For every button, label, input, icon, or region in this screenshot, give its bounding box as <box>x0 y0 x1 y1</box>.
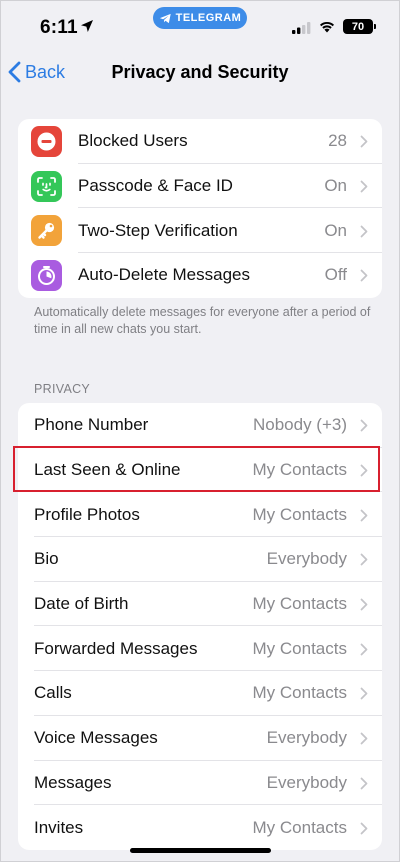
chevron-right-icon <box>360 225 368 238</box>
row-label: Two-Step Verification <box>78 220 238 240</box>
row-value: Everybody <box>266 549 347 569</box>
chevron-left-icon <box>8 61 21 83</box>
blocked-users-row[interactable]: Blocked Users 28 <box>18 119 382 164</box>
home-indicator[interactable] <box>130 848 271 853</box>
row-label: Calls <box>34 683 72 703</box>
last-seen-online-row[interactable]: Last Seen & Online My Contacts <box>18 448 382 493</box>
security-settings-group: Blocked Users 28 Passcode & Face ID On T… <box>18 119 382 298</box>
chevron-right-icon <box>360 598 368 611</box>
bio-row[interactable]: Bio Everybody <box>18 537 382 582</box>
status-bar: 6:11 TELEGRAM 70 <box>0 0 400 48</box>
row-label: Auto-Delete Messages <box>78 265 250 285</box>
row-label: Forwarded Messages <box>34 638 198 658</box>
phone-number-row[interactable]: Phone Number Nobody (+3) <box>18 403 382 448</box>
row-value: On <box>324 176 347 196</box>
blocked-users-icon-tile <box>31 125 62 157</box>
privacy-section-header: PRIVACY <box>34 382 91 396</box>
two-step-icon-tile <box>31 215 62 247</box>
privacy-settings-group: Phone Number Nobody (+3) Last Seen & Onl… <box>18 403 382 850</box>
date-of-birth-row[interactable]: Date of Birth My Contacts <box>18 582 382 627</box>
row-value: My Contacts <box>252 504 347 524</box>
cellular-signal-icon <box>292 22 311 34</box>
row-value: Off <box>324 265 347 285</box>
forwarded-messages-row[interactable]: Forwarded Messages My Contacts <box>18 626 382 672</box>
battery-indicator: 70 <box>343 19 376 34</box>
status-time: 6:11 <box>40 17 78 38</box>
row-label: Voice Messages <box>34 728 158 748</box>
row-label: Date of Birth <box>34 594 129 614</box>
app-pill-label: TELEGRAM <box>175 12 242 24</box>
auto-delete-messages-row[interactable]: Auto-Delete Messages Off <box>18 253 382 298</box>
chevron-right-icon <box>360 643 368 656</box>
chevron-right-icon <box>360 822 368 834</box>
row-value: On <box>324 220 347 240</box>
messages-row[interactable]: Messages Everybody <box>18 761 382 806</box>
chevron-right-icon <box>360 554 368 566</box>
row-label: Blocked Users <box>78 131 188 151</box>
minus-circle-icon <box>37 132 56 151</box>
row-value: My Contacts <box>252 460 347 480</box>
row-value: My Contacts <box>252 638 347 658</box>
back-button[interactable]: Back <box>8 58 65 86</box>
row-label: Passcode & Face ID <box>78 176 233 196</box>
face-id-icon <box>37 176 56 196</box>
back-button-label: Back <box>25 61 66 82</box>
calls-row[interactable]: Calls My Contacts <box>18 671 382 716</box>
passcode-icon-tile <box>31 170 62 202</box>
location-arrow-icon <box>81 20 93 32</box>
chevron-right-icon <box>360 688 368 700</box>
row-value: Nobody (+3) <box>252 415 347 435</box>
row-label: Last Seen & Online <box>34 460 181 480</box>
telegram-app-pill[interactable]: TELEGRAM <box>153 7 247 29</box>
chevron-right-icon <box>360 180 368 193</box>
row-value: My Contacts <box>252 683 347 703</box>
profile-photos-row[interactable]: Profile Photos My Contacts <box>18 492 382 538</box>
row-value: My Contacts <box>252 594 347 614</box>
chevron-right-icon <box>360 419 368 432</box>
row-value: Everybody <box>266 728 347 748</box>
row-label: Phone Number <box>34 415 149 435</box>
row-value: Everybody <box>266 772 347 792</box>
chevron-right-icon <box>360 464 368 477</box>
chevron-right-icon <box>360 732 368 745</box>
key-icon <box>38 223 55 239</box>
timer-icon <box>38 265 55 285</box>
row-label: Profile Photos <box>34 504 140 524</box>
auto-delete-icon-tile <box>31 259 62 291</box>
wifi-icon <box>320 21 334 33</box>
two-step-verification-row[interactable]: Two-Step Verification On <box>18 208 382 254</box>
row-value: My Contacts <box>252 817 347 837</box>
battery-level: 70 <box>351 20 365 33</box>
navigation-bar: Privacy and Security Back <box>0 50 400 94</box>
passcode-face-id-row[interactable]: Passcode & Face ID On <box>18 164 382 209</box>
row-label: Messages <box>34 772 112 792</box>
invites-row[interactable]: Invites My Contacts <box>18 805 382 850</box>
telegram-plane-icon <box>159 13 171 23</box>
row-value: 28 <box>328 131 347 151</box>
chevron-right-icon <box>360 509 368 522</box>
row-label: Invites <box>34 817 84 837</box>
chevron-right-icon <box>360 270 368 282</box>
chevron-right-icon <box>360 777 368 790</box>
chevron-right-icon <box>360 135 368 148</box>
auto-delete-footnote: Automatically delete messages for everyo… <box>34 305 371 336</box>
row-label: Bio <box>34 549 59 569</box>
voice-messages-row[interactable]: Voice Messages Everybody <box>18 716 382 761</box>
